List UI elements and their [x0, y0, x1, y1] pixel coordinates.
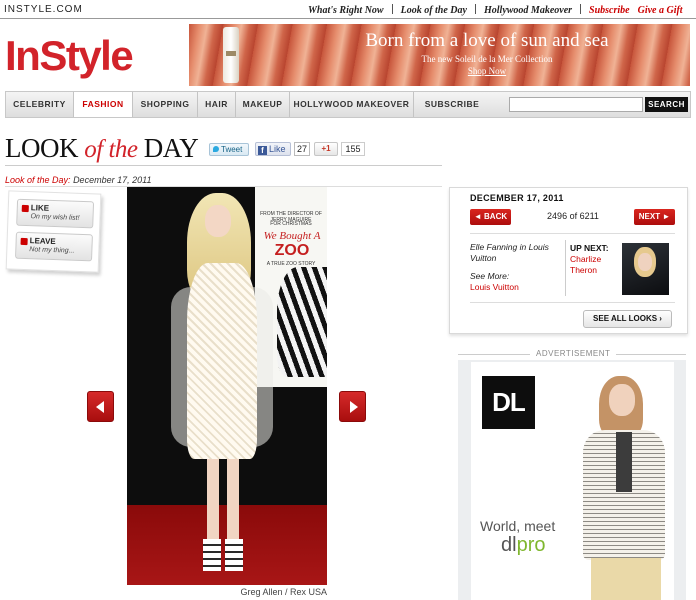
- banner-subline: The new Soleil de la Mer Collection: [421, 54, 553, 64]
- site-name[interactable]: INSTYLE.COM: [4, 4, 83, 15]
- give-gift-link[interactable]: Give a Gift: [638, 5, 683, 16]
- like-wish-button[interactable]: LIKE On my wish list!: [16, 198, 95, 229]
- tweet-button[interactable]: Tweet: [209, 143, 249, 156]
- ad-model-pants: [591, 558, 661, 600]
- ad-model-shirt: [616, 432, 632, 492]
- like-wish-sub: On my wish list!: [30, 213, 80, 222]
- date-line-label: Look of the Day:: [5, 175, 71, 185]
- look-info-card: DECEMBER 17, 2011 ◄ BACK 2496 of 6211 NE…: [449, 187, 688, 334]
- nav-makeup[interactable]: MAKEUP: [236, 92, 290, 117]
- date-line: Look of the Day: December 17, 2011: [5, 175, 151, 185]
- title-of-the: of the: [84, 136, 138, 163]
- up-next-thumbnail[interactable]: [622, 243, 669, 295]
- top-link-look-of-the-day[interactable]: Look of the Day: [401, 5, 467, 16]
- nav-shopping[interactable]: SHOPPING: [133, 92, 198, 117]
- nav-hollywood-makeover[interactable]: HOLLYWOOD MAKEOVER: [290, 92, 414, 117]
- thumbs-up-icon: [21, 204, 29, 213]
- poster-for: FOR CHRISTMAS: [270, 221, 312, 227]
- photo-credit: Greg Allen / Rex USA: [240, 587, 327, 597]
- back-label: BACK: [484, 212, 508, 221]
- leave-wish-label: LEAVE: [29, 236, 56, 247]
- ad-model-face: [609, 384, 635, 416]
- up-next-link[interactable]: Charlize Theron: [570, 254, 618, 276]
- top-links: What's Right Now Look of the Day Hollywood…: [308, 4, 691, 16]
- google-plus-button[interactable]: +1: [314, 142, 338, 156]
- la-mer-product-image: [223, 27, 239, 83]
- top-link-divider: [580, 4, 582, 14]
- up-next-label: UP NEXT:: [570, 243, 609, 253]
- zebra-graphic: [277, 267, 327, 377]
- title-look: LOOK: [5, 133, 79, 163]
- google-plus-count: 155: [341, 142, 365, 156]
- next-arrow-icon[interactable]: [339, 391, 366, 422]
- banner-headline: Born from a love of sun and sea: [365, 30, 609, 51]
- divider: [565, 240, 566, 296]
- nav-subscribe[interactable]: SUBSCRIBE: [418, 92, 486, 117]
- title-day: DAY: [143, 133, 199, 163]
- look-photo[interactable]: FROM THE DIRECTOR OF JERRY MAGUIRE FOR C…: [127, 187, 327, 585]
- like-label: Like: [269, 144, 286, 154]
- search-button[interactable]: SEARCH: [645, 97, 688, 112]
- ad-tagline: World, meet: [480, 518, 556, 534]
- lace-dress: [187, 263, 257, 459]
- divider: [470, 302, 675, 303]
- twitter-bird-icon: [213, 146, 219, 152]
- page-title: LOOK of the DAY: [5, 133, 199, 164]
- dl1961-ad[interactable]: DL World, meet dlpro: [471, 362, 674, 600]
- next-button[interactable]: NEXT ►: [634, 209, 675, 225]
- like-wish-label: LIKE: [30, 203, 50, 213]
- leg-left: [207, 459, 219, 539]
- like-count: 27: [294, 142, 310, 156]
- nav-fashion[interactable]: FASHION: [74, 92, 133, 117]
- see-all-looks-button[interactable]: SEE ALL LOOKS ›: [583, 310, 672, 328]
- subscribe-link[interactable]: Subscribe: [589, 5, 630, 16]
- main-nav: CELEBRITY FASHION SHOPPING HAIR MAKEUP H…: [5, 91, 691, 118]
- search-input[interactable]: [509, 97, 643, 112]
- see-all-label: SEE ALL LOOKS: [593, 314, 658, 323]
- advertisement-label: ADVERTISEMENT: [530, 349, 617, 358]
- previous-arrow-icon[interactable]: [87, 391, 114, 422]
- top-link-hollywood-makeover[interactable]: Hollywood Makeover: [484, 5, 572, 16]
- poster-zoo: ZOO: [274, 242, 310, 259]
- ad-product-name-pro: pro: [516, 534, 546, 556]
- look-caption: Elle Fanning in Louis Vuitton: [470, 242, 549, 263]
- wish-list-card: LIKE On my wish list! LEAVE Not my thing…: [5, 190, 102, 273]
- facebook-icon: f: [258, 146, 267, 155]
- see-more-label: See More:: [470, 271, 510, 281]
- next-label: NEXT: [638, 212, 661, 221]
- dl-logo: DL: [482, 376, 535, 429]
- banner-shop-now-link[interactable]: Shop Now: [307, 66, 667, 76]
- celebrity-face: [205, 205, 231, 237]
- ad-product-name-dl: dl: [501, 534, 517, 556]
- shoe-left: [203, 539, 221, 571]
- top-link-whats-right-now[interactable]: What's Right Now: [308, 5, 384, 16]
- ad-product-name: dlpro: [501, 534, 545, 557]
- info-date: DECEMBER 17, 2011: [470, 193, 564, 203]
- divider: [470, 233, 675, 234]
- nav-hair[interactable]: HAIR: [198, 92, 236, 117]
- nav-celebrity[interactable]: CELEBRITY: [6, 92, 74, 117]
- top-link-divider: [474, 4, 476, 14]
- top-bar: INSTYLE.COM What's Right Now Look of the …: [0, 0, 696, 19]
- leave-wish-sub: Not my thing...: [29, 246, 75, 255]
- top-link-divider: [391, 4, 393, 14]
- date-line-value: December 17, 2011: [73, 175, 152, 185]
- shoe-right: [225, 539, 243, 571]
- divider: [5, 165, 442, 166]
- back-button[interactable]: ◄ BACK: [470, 209, 511, 225]
- see-more-link[interactable]: Louis Vuitton: [470, 282, 519, 292]
- poster-title: We Bought A: [263, 230, 321, 242]
- look-counter: 2496 of 6211: [547, 211, 599, 221]
- banner-ad[interactable]: Born from a love of sun and sea The new …: [189, 24, 690, 86]
- leave-wish-button[interactable]: LEAVE Not my thing...: [15, 231, 93, 262]
- thumbs-down-icon: [20, 237, 28, 246]
- tweet-label: Tweet: [221, 145, 243, 154]
- facebook-like-button[interactable]: f Like: [255, 142, 291, 156]
- instyle-logo[interactable]: InStyle: [5, 34, 134, 78]
- leg-right: [227, 459, 239, 539]
